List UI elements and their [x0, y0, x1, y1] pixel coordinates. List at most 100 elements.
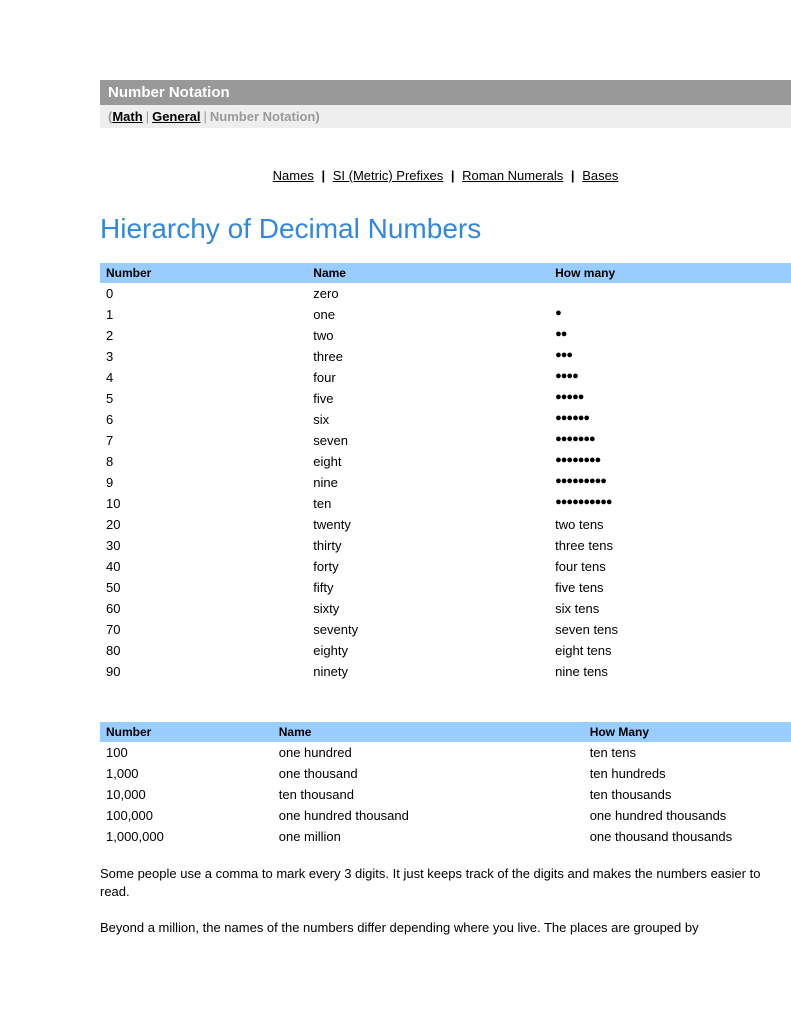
cell-name: zero [307, 283, 549, 304]
cell-howmany: seven tens [549, 619, 791, 640]
cell-name: ten [307, 493, 549, 514]
cell-number: 1,000,000 [100, 826, 273, 847]
table-row: 3three●●● [100, 346, 791, 367]
cell-name: one hundred [273, 742, 584, 763]
cell-number: 80 [100, 640, 307, 661]
cell-howmany: nine tens [549, 661, 791, 682]
cell-name: eighty [307, 640, 549, 661]
cell-number: 100,000 [100, 805, 273, 826]
cell-howmany: ●●●●●●●●● [549, 472, 791, 493]
breadcrumb-close: ) [315, 109, 319, 124]
cell-howmany: ●●●●●●●● [549, 451, 791, 472]
table-row: 60sixtysix tens [100, 598, 791, 619]
cell-number: 90 [100, 661, 307, 682]
table1-header-howmany: How many [549, 263, 791, 283]
cell-howmany: ● [549, 304, 791, 325]
cell-number: 7 [100, 430, 307, 451]
cell-name: four [307, 367, 549, 388]
cell-number: 100 [100, 742, 273, 763]
table-row: 100one hundredten tens [100, 742, 791, 763]
nav-si-prefixes[interactable]: SI (Metric) Prefixes [333, 168, 444, 183]
cell-howmany: ten thousands [584, 784, 791, 805]
cell-name: one million [273, 826, 584, 847]
cell-howmany: two tens [549, 514, 791, 535]
paragraph-comma: Some people use a comma to mark every 3 … [100, 865, 791, 901]
paragraph-beyond-million: Beyond a million, the names of the numbe… [100, 919, 791, 937]
table1-header-name: Name [307, 263, 549, 283]
cell-name: five [307, 388, 549, 409]
cell-number: 8 [100, 451, 307, 472]
cell-number: 50 [100, 577, 307, 598]
breadcrumb: (Math|General|Number Notation) [100, 105, 791, 128]
cell-howmany: ●●● [549, 346, 791, 367]
table-row: 80eightyeight tens [100, 640, 791, 661]
table-row: 1one● [100, 304, 791, 325]
table-row: 2two●● [100, 325, 791, 346]
decimal-numbers-table-2: Number Name How Many 100one hundredten t… [100, 722, 791, 847]
cell-howmany: ●●●● [549, 367, 791, 388]
cell-name: one [307, 304, 549, 325]
cell-howmany: one hundred thousands [584, 805, 791, 826]
table-row: 9nine●●●●●●●●● [100, 472, 791, 493]
cell-howmany: ●●●●● [549, 388, 791, 409]
cell-howmany: ●● [549, 325, 791, 346]
nav-roman-numerals[interactable]: Roman Numerals [462, 168, 563, 183]
table-row: 5five●●●●● [100, 388, 791, 409]
cell-number: 70 [100, 619, 307, 640]
cell-number: 2 [100, 325, 307, 346]
nav-bases[interactable]: Bases [582, 168, 618, 183]
cell-name: two [307, 325, 549, 346]
cell-name: sixty [307, 598, 549, 619]
table-row: 4four●●●● [100, 367, 791, 388]
table-row: 40fortyfour tens [100, 556, 791, 577]
breadcrumb-sep: | [146, 109, 149, 124]
table-row: 10,000ten thousandten thousands [100, 784, 791, 805]
breadcrumb-sep: | [204, 109, 207, 124]
table-row: 0zero [100, 283, 791, 304]
cell-howmany: eight tens [549, 640, 791, 661]
cell-name: ten thousand [273, 784, 584, 805]
cell-name: three [307, 346, 549, 367]
cell-howmany: ●●●●●● [549, 409, 791, 430]
cell-name: one hundred thousand [273, 805, 584, 826]
cell-name: thirty [307, 535, 549, 556]
cell-number: 4 [100, 367, 307, 388]
cell-howmany: ten hundreds [584, 763, 791, 784]
nav-sep: | [571, 168, 575, 183]
nav-names[interactable]: Names [273, 168, 314, 183]
cell-howmany: ten tens [584, 742, 791, 763]
cell-howmany: four tens [549, 556, 791, 577]
breadcrumb-current: Number Notation [210, 109, 315, 124]
cell-name: nine [307, 472, 549, 493]
cell-howmany: five tens [549, 577, 791, 598]
table-row: 6six●●●●●● [100, 409, 791, 430]
cell-name: forty [307, 556, 549, 577]
decimal-numbers-table-1: Number Name How many 0zero1one●2two●●3th… [100, 263, 791, 682]
table2-header-number: Number [100, 722, 273, 742]
cell-howmany: one thousand thousands [584, 826, 791, 847]
cell-howmany: ●●●●●●● [549, 430, 791, 451]
cell-number: 0 [100, 283, 307, 304]
table-row: 7seven●●●●●●● [100, 430, 791, 451]
cell-name: one thousand [273, 763, 584, 784]
cell-number: 30 [100, 535, 307, 556]
table-row: 1,000one thousandten hundreds [100, 763, 791, 784]
cell-number: 10 [100, 493, 307, 514]
main-heading: Hierarchy of Decimal Numbers [100, 213, 791, 245]
cell-howmany: six tens [549, 598, 791, 619]
table-row: 1,000,000one millionone thousand thousan… [100, 826, 791, 847]
breadcrumb-math[interactable]: Math [112, 109, 142, 124]
cell-number: 3 [100, 346, 307, 367]
table-row: 50fiftyfive tens [100, 577, 791, 598]
cell-number: 5 [100, 388, 307, 409]
breadcrumb-general[interactable]: General [152, 109, 200, 124]
table-row: 10ten●●●●●●●●●● [100, 493, 791, 514]
table-row: 90ninetynine tens [100, 661, 791, 682]
cell-howmany [549, 283, 791, 304]
table2-header-howmany: How Many [584, 722, 791, 742]
cell-number: 1,000 [100, 763, 273, 784]
cell-name: six [307, 409, 549, 430]
cell-number: 10,000 [100, 784, 273, 805]
cell-name: twenty [307, 514, 549, 535]
cell-number: 1 [100, 304, 307, 325]
